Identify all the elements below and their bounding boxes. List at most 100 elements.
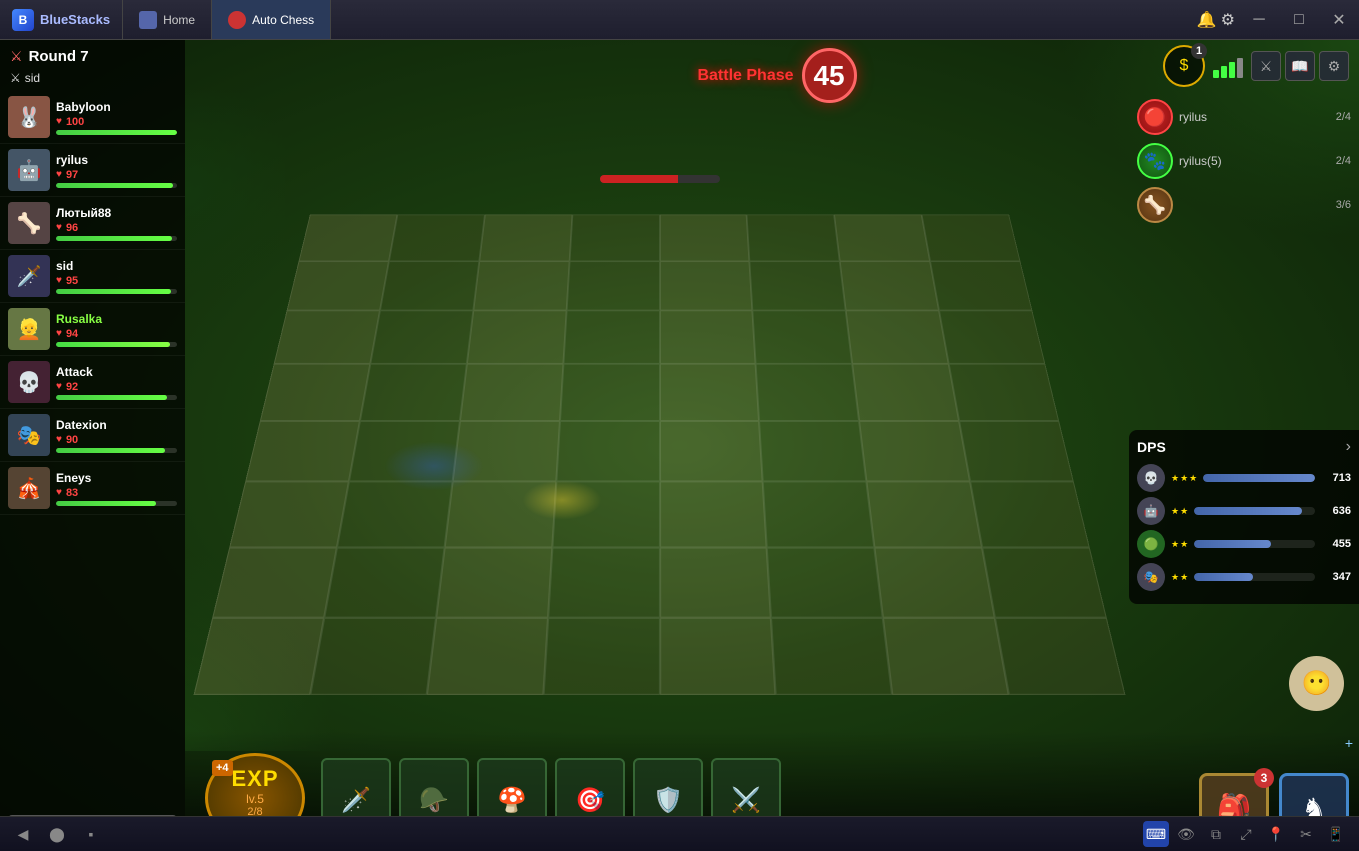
board-cell[interactable]: [479, 215, 572, 262]
board-cell[interactable]: [995, 618, 1125, 695]
board-cell[interactable]: [360, 364, 467, 421]
fullscreen-icon[interactable]: ⤢: [1233, 821, 1259, 847]
screen-icon[interactable]: ⧉: [1203, 821, 1229, 847]
board-cell[interactable]: [867, 482, 983, 548]
board-cell[interactable]: [660, 618, 777, 695]
board-cell[interactable]: [380, 261, 479, 311]
board-cell[interactable]: [389, 215, 485, 262]
board-cell[interactable]: [747, 215, 840, 262]
tab-home[interactable]: Home: [123, 0, 212, 39]
hp-row: ♥ 90: [56, 434, 177, 446]
board-cell[interactable]: [750, 261, 846, 311]
board-cell[interactable]: [970, 482, 1089, 548]
board-cell[interactable]: [840, 261, 939, 311]
board-cell[interactable]: [473, 261, 569, 311]
minimize-button[interactable]: ─: [1239, 0, 1279, 39]
board-cell[interactable]: [566, 261, 659, 311]
list-item[interactable]: 🗡️ sid ♥ 95: [0, 250, 185, 303]
phone-icon[interactable]: 📱: [1323, 821, 1349, 847]
close-button[interactable]: ✕: [1319, 0, 1359, 39]
board-cell[interactable]: [771, 618, 892, 695]
board-cell[interactable]: [660, 364, 760, 421]
board-cell[interactable]: [324, 547, 444, 618]
board-cell[interactable]: [460, 364, 563, 421]
board-cell[interactable]: [229, 482, 348, 548]
board-cell[interactable]: [660, 421, 764, 482]
board-cell[interactable]: [759, 421, 866, 482]
board-cell[interactable]: [287, 261, 389, 311]
board-cell[interactable]: [299, 215, 398, 262]
board-cell[interactable]: [552, 482, 660, 548]
home-icon[interactable]: ⬤: [44, 821, 70, 847]
list-item[interactable]: 🤖 ryilus ♥ 97: [0, 144, 185, 197]
board-cell[interactable]: [467, 311, 567, 364]
recents-icon[interactable]: ▪: [78, 821, 104, 847]
board-cell[interactable]: [930, 261, 1032, 311]
board-cell[interactable]: [260, 364, 370, 421]
board-cell[interactable]: [560, 364, 660, 421]
board-cell[interactable]: [852, 364, 959, 421]
board-cell[interactable]: [660, 547, 772, 618]
settings-icon[interactable]: ⚙: [1221, 10, 1235, 30]
board-cell[interactable]: [756, 364, 859, 421]
board-cell[interactable]: [245, 421, 360, 482]
board-cell[interactable]: [563, 311, 659, 364]
bs-icon-settings[interactable]: ⚙: [1319, 51, 1349, 81]
bs-icon-book[interactable]: 📖: [1285, 51, 1315, 81]
board-cell[interactable]: [982, 547, 1107, 618]
dps-row: 🟢 ★ ★ 455: [1137, 530, 1351, 558]
enemy-health-bar: [600, 175, 720, 183]
board-cell[interactable]: [452, 421, 559, 482]
board-cell[interactable]: [436, 547, 552, 618]
board-cell[interactable]: [763, 482, 875, 548]
board-cell[interactable]: [193, 618, 323, 695]
location-icon[interactable]: 📍: [1263, 821, 1289, 847]
chess-board[interactable]: [200, 120, 1119, 691]
board-cell[interactable]: [922, 215, 1021, 262]
board-cell[interactable]: [660, 215, 750, 262]
board-cell[interactable]: [337, 482, 453, 548]
board-cell[interactable]: [859, 421, 970, 482]
list-item[interactable]: 🎪 Eneys ♥ 83: [0, 462, 185, 515]
board-cell[interactable]: [569, 215, 659, 262]
board-cell[interactable]: [426, 618, 547, 695]
board-cell[interactable]: [212, 547, 337, 618]
board-cell[interactable]: [370, 311, 473, 364]
board-cell[interactable]: [660, 482, 768, 548]
notification-bell[interactable]: 🔔: [1197, 10, 1217, 30]
board-cell[interactable]: [310, 618, 436, 695]
board-cell[interactable]: [274, 311, 380, 364]
board-cell[interactable]: [660, 311, 756, 364]
board-cell[interactable]: [556, 421, 660, 482]
board-cell[interactable]: [959, 421, 1074, 482]
board-cell[interactable]: [949, 364, 1059, 421]
board-cell[interactable]: [875, 547, 995, 618]
list-item[interactable]: 🐰 Babyloon ♥ 100: [0, 91, 185, 144]
board-cell[interactable]: [543, 618, 660, 695]
board-cell[interactable]: [846, 311, 949, 364]
keyboard-icon[interactable]: ⌨: [1143, 821, 1169, 847]
scissors-icon[interactable]: ✂: [1293, 821, 1319, 847]
bs-icon-swords[interactable]: ⚔: [1251, 51, 1281, 81]
board-cell[interactable]: [767, 547, 883, 618]
dps-expand-icon[interactable]: ›: [1346, 438, 1351, 456]
eye-icon[interactable]: 👁: [1173, 821, 1199, 847]
avatar-icon: 👱: [8, 308, 50, 350]
board-cell[interactable]: [753, 311, 853, 364]
tab-autochess[interactable]: Auto Chess: [212, 0, 331, 39]
maximize-button[interactable]: □: [1279, 0, 1319, 39]
board-cell[interactable]: [660, 261, 753, 311]
list-item[interactable]: 🎭 Datexion ♥ 90: [0, 409, 185, 462]
list-item[interactable]: 👱 Rusalka ♥ 94: [0, 303, 185, 356]
board-cell[interactable]: [349, 421, 460, 482]
board-cell[interactable]: [883, 618, 1009, 695]
back-icon[interactable]: ◀: [10, 821, 36, 847]
list-item[interactable]: 💀 Attack ♥ 92: [0, 356, 185, 409]
board-cell[interactable]: [444, 482, 556, 548]
dps-avatar: 💀: [1137, 464, 1165, 492]
board-cell[interactable]: [834, 215, 930, 262]
board-cell[interactable]: [939, 311, 1045, 364]
list-item[interactable]: 🦴 Лютый88 ♥ 96: [0, 197, 185, 250]
board-cell[interactable]: [548, 547, 660, 618]
chat-bubble-button[interactable]: 😶: [1289, 656, 1344, 711]
